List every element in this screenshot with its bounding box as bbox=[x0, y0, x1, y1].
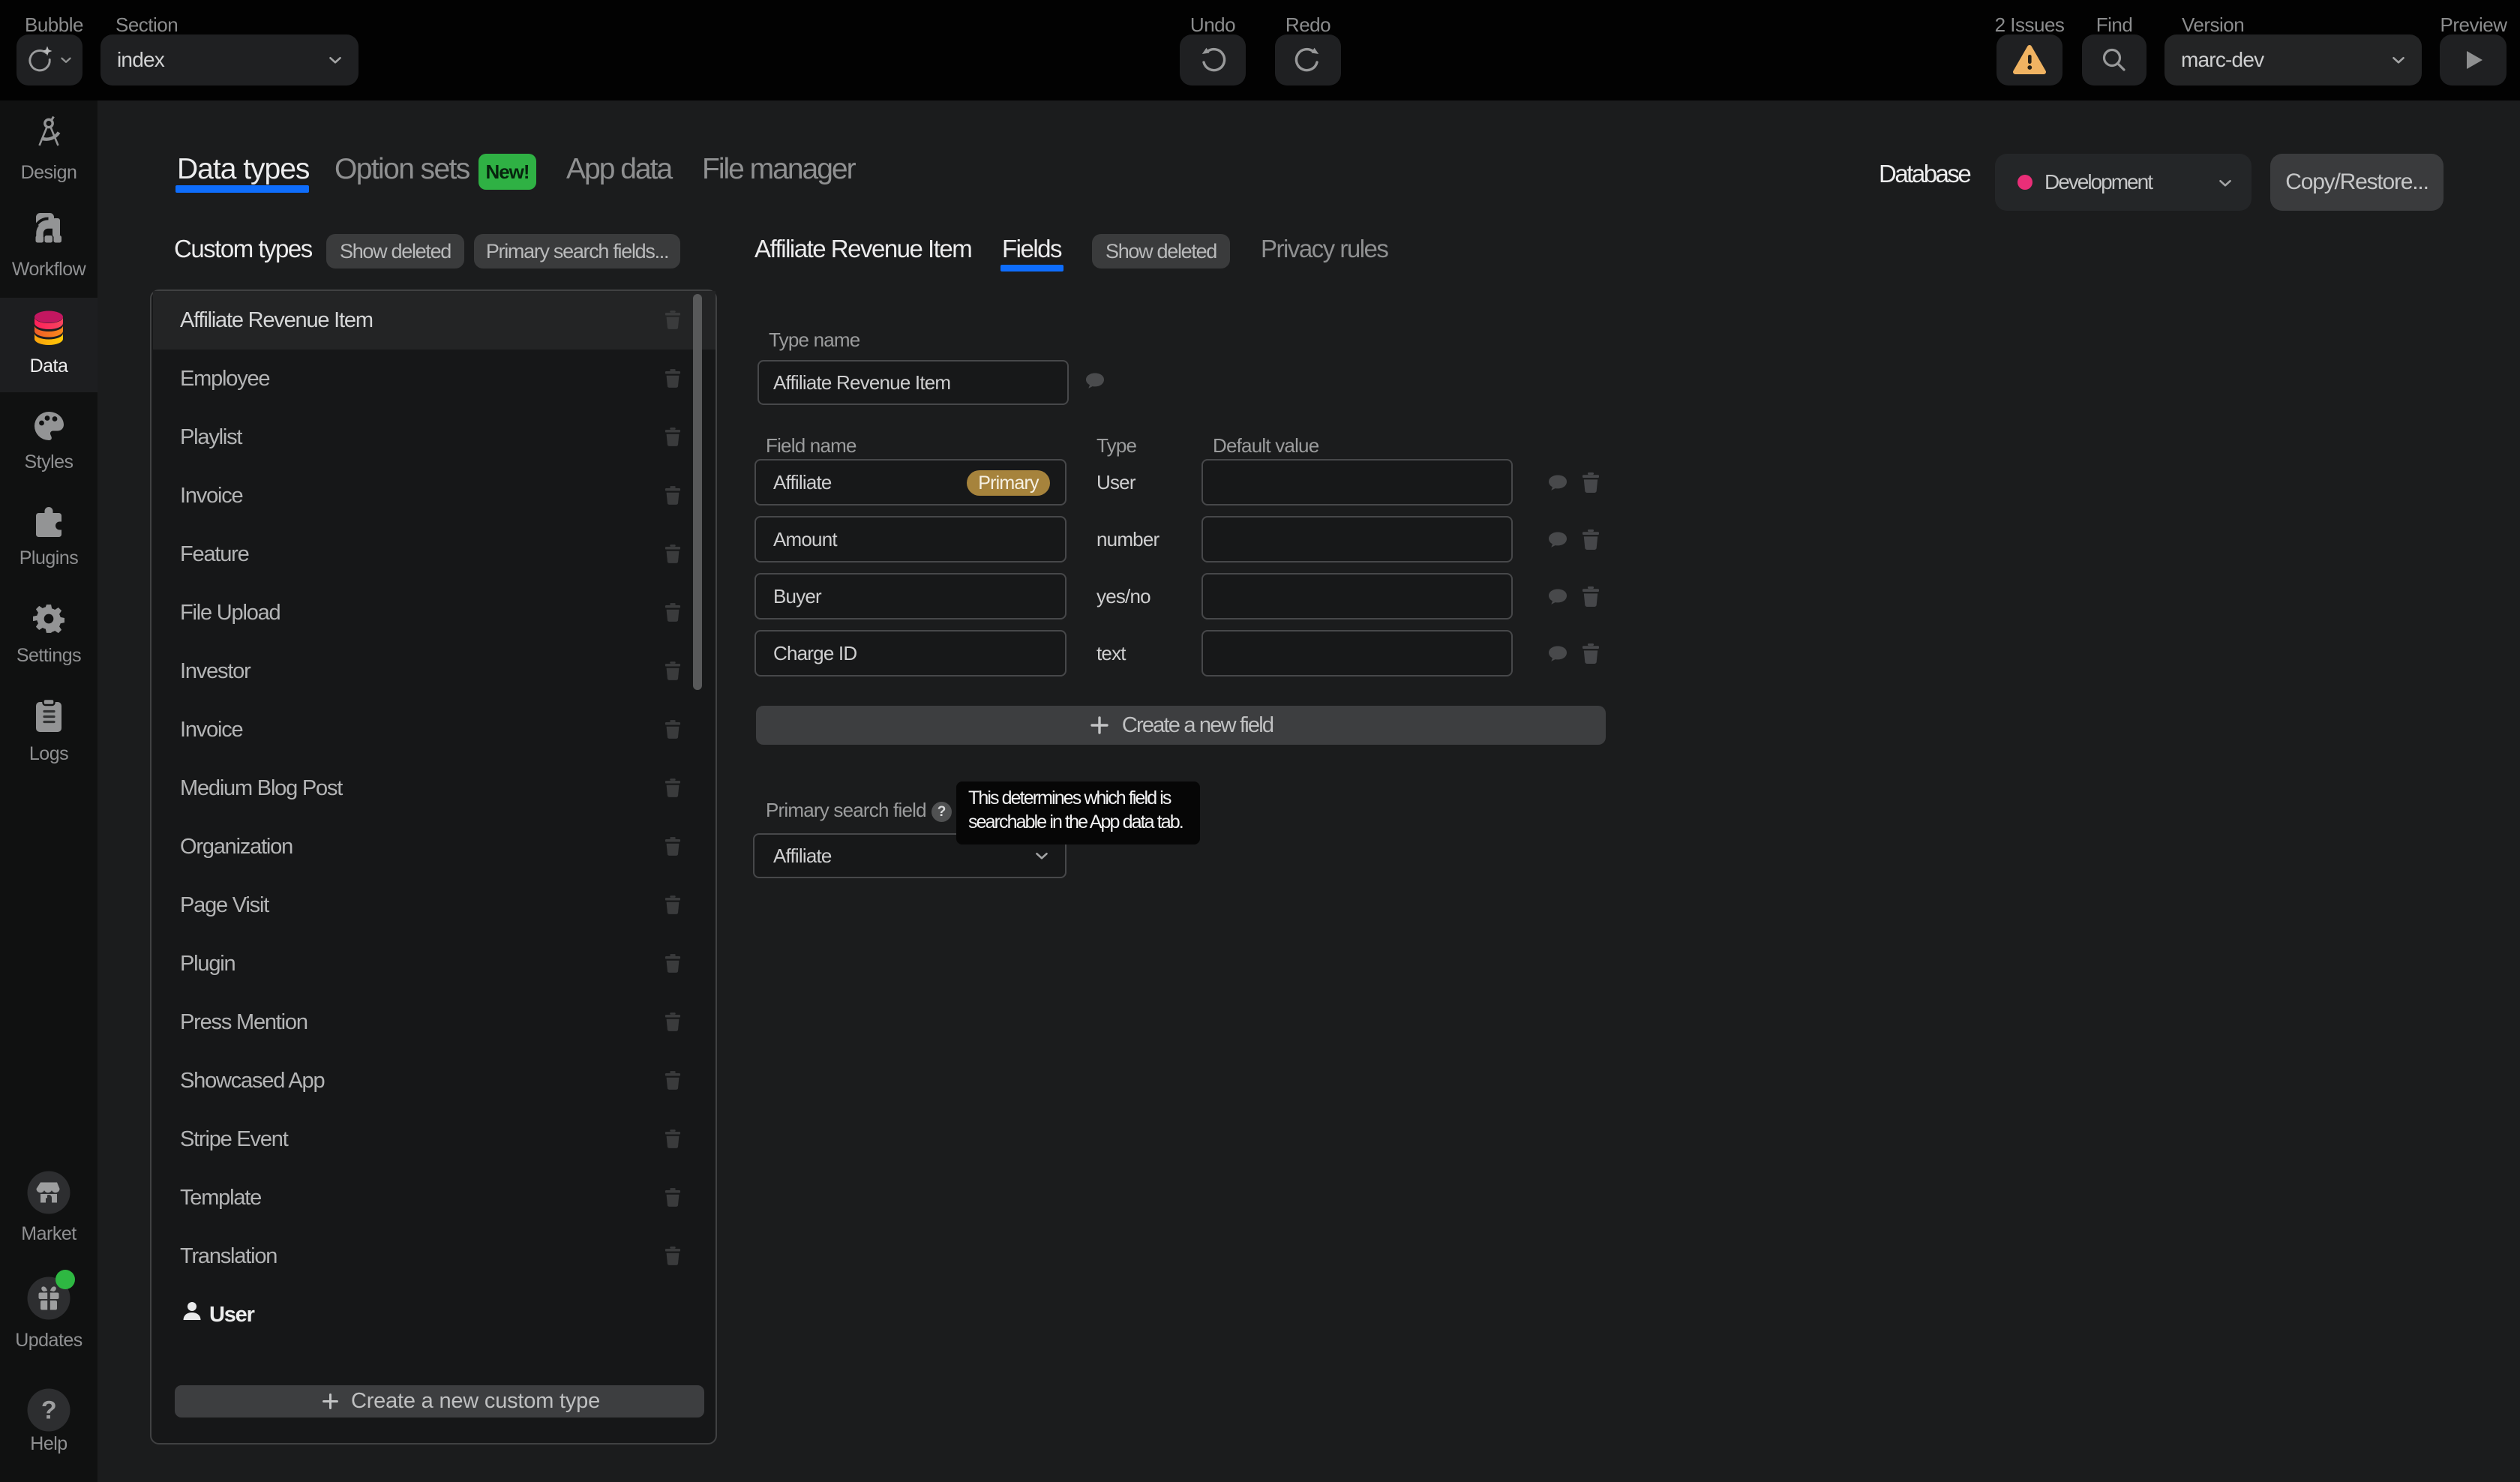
svg-text:?: ? bbox=[41, 1396, 56, 1425]
